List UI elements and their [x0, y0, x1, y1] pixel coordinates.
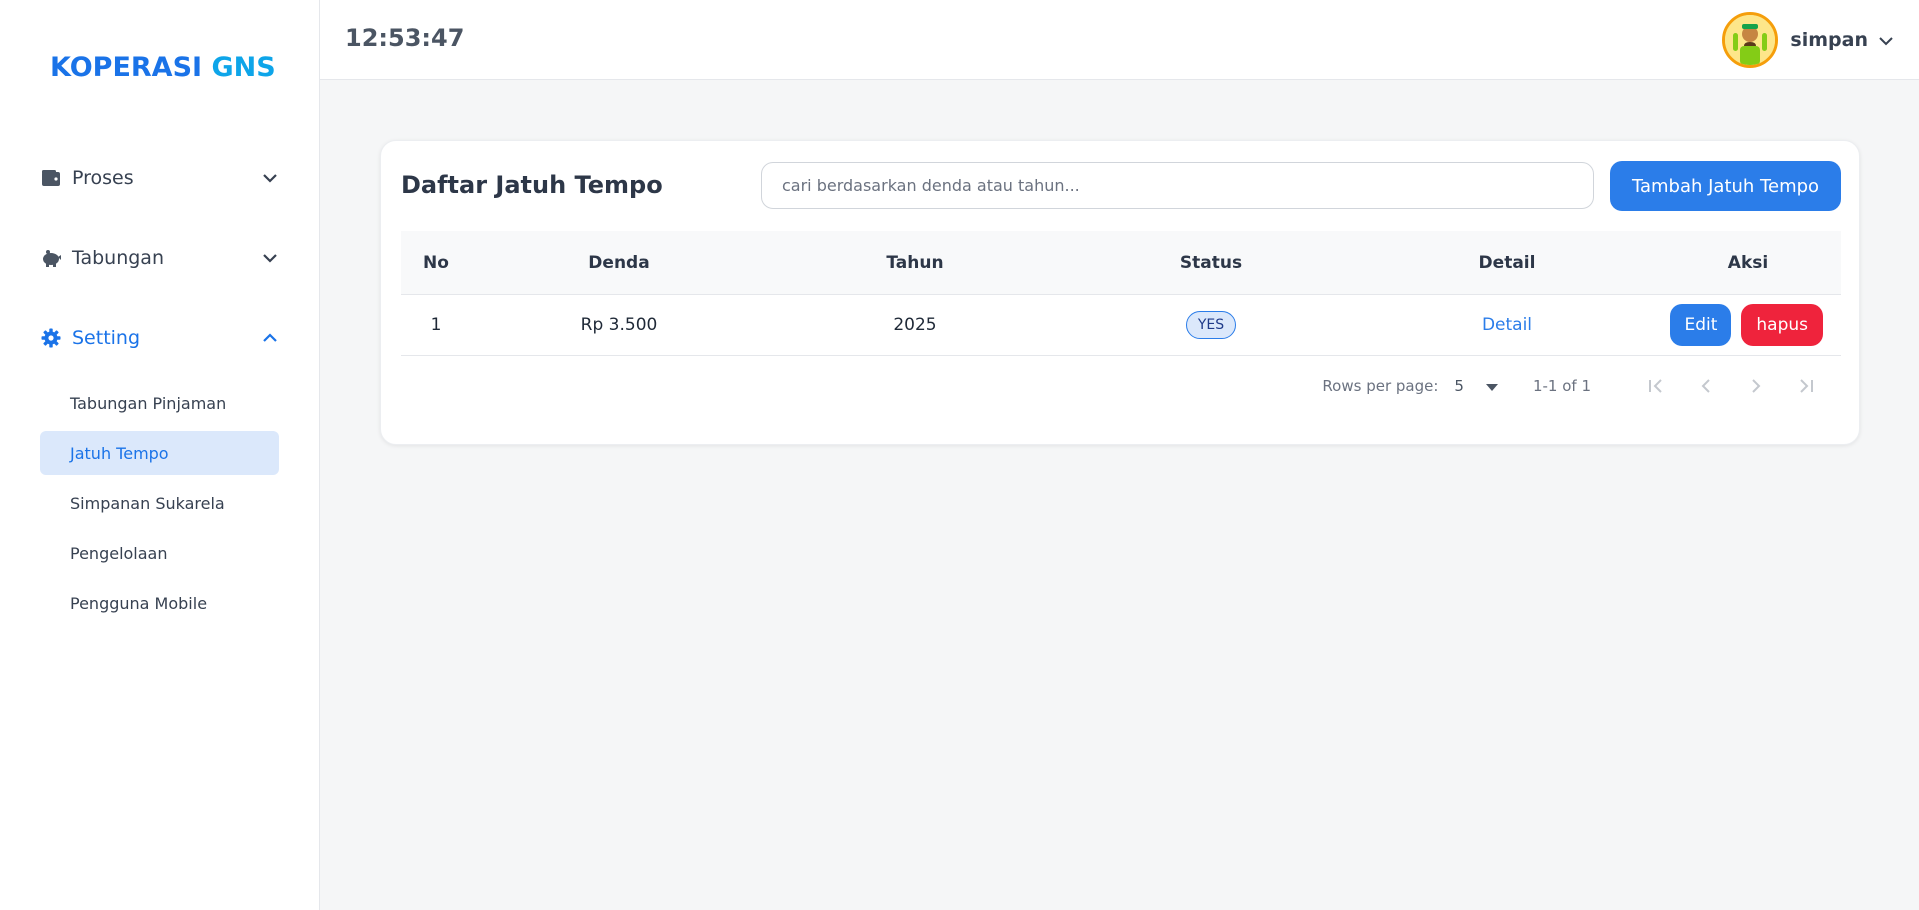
brand-name-part2: GNS — [211, 52, 276, 83]
cell-detail: Detail — [1359, 315, 1655, 335]
sidebar-item-jatuh-tempo[interactable]: Jatuh Tempo — [40, 431, 279, 475]
chevron-up-icon — [260, 328, 280, 348]
sidebar-menu-setting[interactable]: Setting — [40, 318, 280, 358]
detail-link[interactable]: Detail — [1482, 315, 1532, 335]
piggy-bank-icon — [40, 247, 62, 269]
chevron-down-icon — [1878, 31, 1894, 50]
cell-tahun: 2025 — [893, 315, 937, 335]
column-header-aksi: Aksi — [1727, 252, 1769, 273]
column-header-detail[interactable]: Detail — [1359, 253, 1655, 273]
brand-name-part1: KOPERASI — [50, 52, 203, 83]
sidebar-item-pengelolaan[interactable]: Pengelolaan — [40, 531, 279, 575]
sidebar-menu-proses[interactable]: Proses — [40, 158, 280, 198]
wallet-icon — [40, 167, 62, 189]
sidebar-item-tabungan-pinjaman[interactable]: Tabungan Pinjaman — [40, 381, 279, 425]
avatar — [1722, 12, 1779, 68]
caret-down-icon — [1485, 377, 1498, 395]
first-page-icon[interactable] — [1631, 366, 1681, 406]
column-header-status[interactable]: Status — [1063, 253, 1359, 273]
pagination: Rows per page: 5 1-1 of 1 — [401, 366, 1841, 406]
status-badge: YES — [1185, 311, 1237, 339]
column-header-tahun[interactable]: Tahun — [767, 253, 1063, 273]
gear-icon — [40, 327, 62, 349]
cell-status: YES — [1063, 311, 1359, 339]
sidebar-item-simpanan-sukarela[interactable]: Simpanan Sukarela — [40, 481, 279, 525]
jatuh-tempo-card: Daftar Jatuh Tempo Tambah Jatuh Tempo No… — [380, 140, 1860, 445]
brand-logo[interactable]: KOPERASI GNS — [50, 52, 276, 83]
table-row: 1 Rp 3.500 2025 YES Detail Edit hapus — [401, 295, 1841, 356]
cell-no: 1 — [430, 315, 442, 335]
cell-denda: Rp 3.500 — [580, 315, 658, 335]
table-header: No Denda Tahun Status Detail Aksi — [401, 231, 1841, 295]
search-input[interactable] — [761, 162, 1594, 209]
column-header-no[interactable]: No — [401, 253, 471, 273]
chevron-down-icon — [260, 168, 280, 188]
user-menu[interactable]: simpan — [1722, 12, 1894, 68]
edit-button[interactable]: Edit — [1670, 304, 1732, 346]
sidebar-menu-tabungan[interactable]: Tabungan — [40, 238, 280, 278]
next-page-icon[interactable] — [1731, 366, 1781, 406]
page-range: 1-1 of 1 — [1532, 377, 1591, 395]
column-header-denda[interactable]: Denda — [471, 253, 767, 273]
sidebar-menu-label: Proses — [72, 167, 134, 189]
cell-actions: Edit hapus — [1655, 304, 1841, 346]
rows-per-page-select[interactable]: 5 — [1454, 377, 1498, 395]
chevron-down-icon — [260, 248, 280, 268]
clock: 12:53:47 — [345, 24, 465, 52]
prev-page-icon[interactable] — [1681, 366, 1731, 406]
delete-button[interactable]: hapus — [1741, 304, 1823, 346]
sidebar: KOPERASI GNS Proses Tabungan Setting Tab… — [0, 0, 320, 910]
rows-per-page-value: 5 — [1454, 377, 1464, 395]
data-table: No Denda Tahun Status Detail Aksi 1 Rp 3… — [401, 231, 1841, 356]
username: simpan — [1790, 29, 1868, 51]
sidebar-menu-label: Setting — [72, 327, 141, 349]
last-page-icon[interactable] — [1781, 366, 1831, 406]
page-title: Daftar Jatuh Tempo — [401, 171, 663, 199]
top-header: 12:53:47 simpan — [320, 0, 1919, 80]
sidebar-item-pengguna-mobile[interactable]: Pengguna Mobile — [40, 581, 279, 625]
rows-per-page-label: Rows per page: — [1322, 377, 1439, 395]
add-jatuh-tempo-button[interactable]: Tambah Jatuh Tempo — [1610, 161, 1841, 211]
sidebar-menu-label: Tabungan — [72, 247, 164, 269]
